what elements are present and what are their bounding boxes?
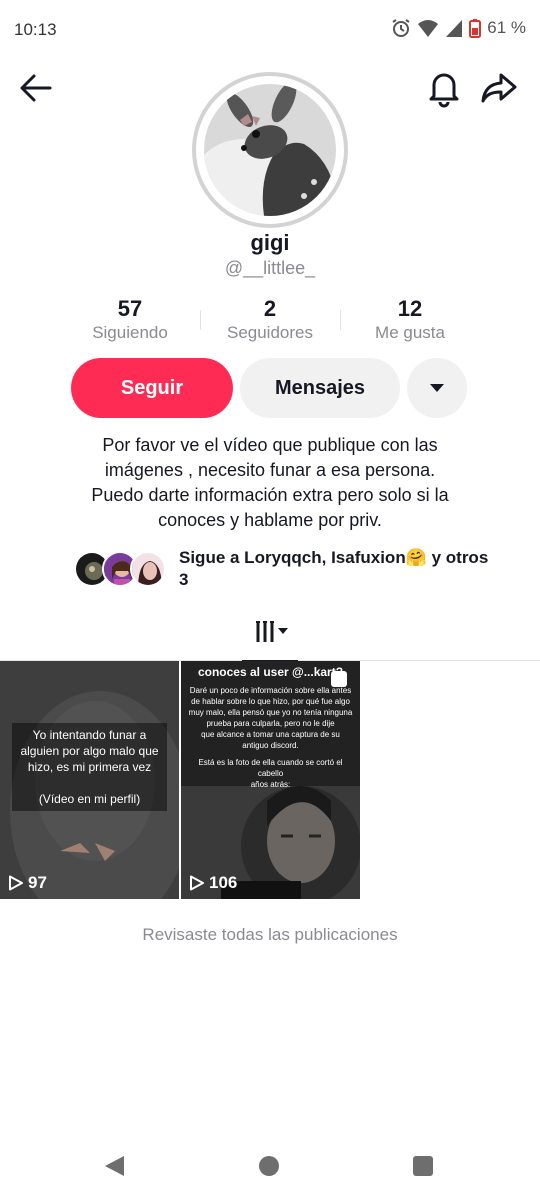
followed-by-row[interactable]: Sigue a Loryqqch, Isafuxion🤗 y otros 3 bbox=[74, 547, 494, 591]
video-2-body: Daré un poco de información sobre ella a… bbox=[188, 686, 353, 750]
video-1-views: 97 bbox=[8, 873, 47, 893]
fawn-photo bbox=[204, 84, 336, 216]
display-name: gigi bbox=[250, 230, 290, 255]
tab-bar bbox=[0, 610, 540, 662]
avatar[interactable] bbox=[204, 84, 336, 216]
share-arrow-icon bbox=[481, 73, 517, 103]
notifications-button[interactable] bbox=[426, 68, 462, 108]
followed-by-avatars bbox=[74, 551, 174, 587]
tab-videos[interactable] bbox=[242, 616, 298, 662]
bell-icon bbox=[429, 73, 459, 108]
stat-following-value: 57 bbox=[117, 296, 143, 321]
play-outline-icon bbox=[9, 875, 23, 891]
status-time: 10:13 bbox=[14, 20, 57, 39]
video-thumbnail-1[interactable]: Yo intentando funar a alguien por algo m… bbox=[0, 661, 179, 899]
alarm-icon bbox=[392, 19, 410, 37]
status-icons: 61 % bbox=[391, 18, 526, 38]
share-button[interactable] bbox=[480, 70, 518, 106]
video-1-caption: Yo intentando funar a alguien por algo m… bbox=[12, 723, 167, 811]
arrow-left-icon bbox=[20, 74, 52, 102]
followed-by-text: Sigue a Loryqqch, Isafuxion🤗 y otros 3 bbox=[179, 548, 489, 589]
stat-followers-label: Seguidores bbox=[226, 323, 313, 342]
video-2-note: Está es la foto de ella cuando se cortó … bbox=[198, 758, 343, 789]
triangle-left-icon bbox=[105, 1156, 124, 1176]
mini-avatar-3 bbox=[130, 551, 166, 587]
video-thumbnail-2[interactable]: conoces al user @...kart? Daré un poco d… bbox=[181, 661, 360, 899]
more-options-button[interactable] bbox=[407, 358, 467, 418]
triangle-down-icon bbox=[430, 384, 444, 392]
bio: Por favor ve el vídeo que publique con l… bbox=[91, 435, 449, 530]
back-button[interactable] bbox=[18, 70, 54, 106]
battery-icon bbox=[469, 19, 482, 38]
play-outline-icon bbox=[190, 875, 204, 891]
battery-percent: 61 % bbox=[487, 18, 526, 37]
stat-followers[interactable]: 2 Seguidores bbox=[200, 296, 340, 346]
username: @__littlee_ bbox=[224, 258, 316, 278]
message-button[interactable]: Mensajes bbox=[240, 358, 400, 418]
stat-likes-label: Me gusta bbox=[375, 323, 445, 342]
stat-following[interactable]: 57 Siguiendo bbox=[60, 296, 200, 346]
profile-stats: 57 Siguiendo 2 Seguidores 12 Me gusta bbox=[60, 296, 480, 346]
system-back-button[interactable] bbox=[102, 1153, 128, 1179]
end-of-posts-text: Revisaste todas las publicaciones bbox=[142, 925, 398, 944]
status-bar: 10:13 61 % bbox=[0, 0, 540, 62]
video-grid: Yo intentando funar a alguien por algo m… bbox=[0, 661, 540, 899]
video-2-views: 106 bbox=[189, 873, 237, 893]
video-2-view-count: 106 bbox=[209, 873, 238, 892]
grid-videos-icon bbox=[256, 621, 288, 642]
follow-button[interactable]: Seguir bbox=[71, 358, 233, 418]
signal-icon bbox=[446, 20, 463, 37]
stat-likes-value: 12 bbox=[397, 296, 423, 321]
stat-followers-value: 2 bbox=[263, 296, 277, 321]
wifi-icon bbox=[418, 20, 439, 37]
video-2-title: conoces al user @...kart? bbox=[197, 665, 344, 679]
avatar-ring bbox=[192, 72, 348, 228]
stat-following-label: Siguiendo bbox=[92, 323, 168, 342]
system-recents-button[interactable] bbox=[413, 1156, 433, 1176]
stat-likes[interactable]: 12 Me gusta bbox=[340, 296, 480, 346]
system-home-button[interactable] bbox=[259, 1156, 279, 1176]
video-1-view-count: 97 bbox=[28, 873, 47, 892]
